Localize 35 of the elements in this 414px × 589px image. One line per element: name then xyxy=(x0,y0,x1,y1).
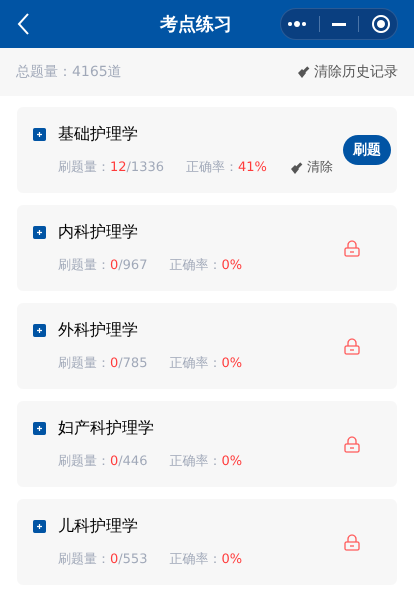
broom-icon xyxy=(288,161,303,175)
practice-count: 刷题量：0/446 xyxy=(58,453,148,472)
subject-name: 外科护理学 xyxy=(58,319,138,342)
clear-history-button[interactable]: 清除历史记录 xyxy=(296,62,398,82)
plus-square-icon xyxy=(33,226,46,239)
subject-name: 内科护理学 xyxy=(58,221,138,244)
clear-button[interactable]: 清除 xyxy=(288,158,333,178)
more-icon[interactable] xyxy=(287,21,307,27)
subject-card[interactable]: 外科护理学 刷题量：0/785 正确率：0% xyxy=(17,303,397,389)
plus-square-icon xyxy=(33,520,46,533)
broom-icon xyxy=(296,65,310,79)
close-icon[interactable] xyxy=(371,14,391,34)
subject-card[interactable]: 儿科护理学 刷题量：0/553 正确率：0% xyxy=(17,499,397,585)
practice-count: 刷题量：0/967 xyxy=(58,257,148,276)
subject-card[interactable]: 妇产科护理学 刷题量：0/446 正确率：0% xyxy=(17,401,397,487)
accuracy-rate: 正确率：0% xyxy=(169,551,242,570)
subject-card[interactable]: 内科护理学 刷题量：0/967 正确率：0% xyxy=(17,205,397,291)
subject-name: 基础护理学 xyxy=(58,123,138,146)
accuracy-rate: 正确率：0% xyxy=(169,453,242,472)
practice-button[interactable]: 刷题 xyxy=(343,135,391,165)
accuracy-rate: 正确率：0% xyxy=(169,355,242,374)
accuracy-rate: 正确率：41% xyxy=(186,159,267,178)
minimize-icon[interactable] xyxy=(332,22,346,26)
plus-square-icon xyxy=(33,324,46,337)
plus-square-icon xyxy=(33,128,46,141)
plus-square-icon xyxy=(33,422,46,435)
practice-count: 刷题量：0/553 xyxy=(58,551,148,570)
practice-count: 刷题量：12/1336 xyxy=(58,159,164,178)
total-count: 总题量：4165道 xyxy=(16,62,122,82)
accuracy-rate: 正确率：0% xyxy=(169,257,242,276)
subject-name: 妇产科护理学 xyxy=(58,417,154,440)
page-title: 考点练习 xyxy=(158,12,233,36)
subject-name: 儿科护理学 xyxy=(58,515,138,538)
practice-count: 刷题量：0/785 xyxy=(58,355,148,374)
subject-card[interactable]: 基础护理学 刷题量：12/1336 正确率：41% 清除 刷题 xyxy=(17,107,397,193)
